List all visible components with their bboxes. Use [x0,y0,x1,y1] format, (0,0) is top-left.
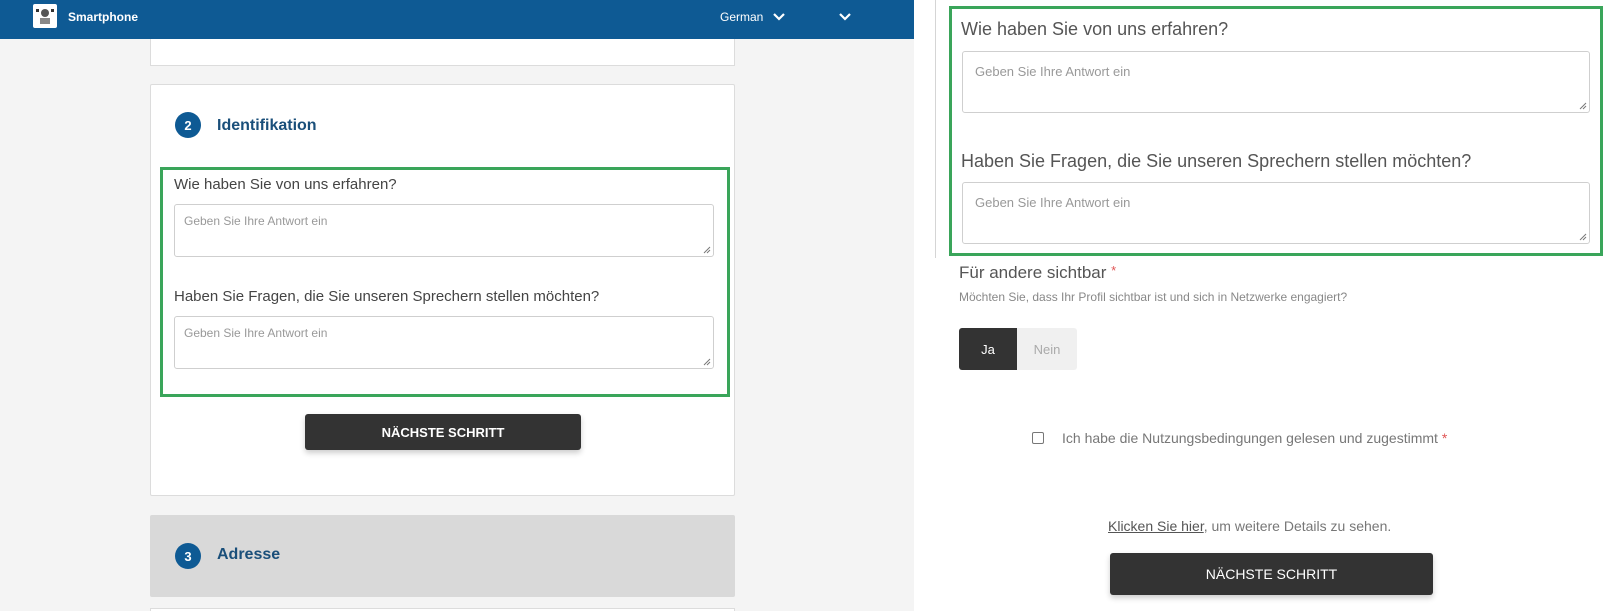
textarea-placeholder: Geben Sie Ihre Antwort ein [184,326,328,340]
previous-step-card [150,39,735,66]
menu-chevron-down-icon[interactable] [838,10,852,24]
next-step-button[interactable]: NÄCHSTE SCHRITT [1110,553,1433,595]
answer-textarea[interactable]: Geben Sie Ihre Antwort ein [174,204,714,257]
step-title[interactable]: Identifikation [217,117,317,135]
chevron-down-icon[interactable] [772,10,786,24]
resize-grip-icon[interactable] [703,246,711,254]
toggle-no[interactable]: Nein [1017,328,1077,370]
textarea-placeholder: Geben Sie Ihre Antwort ein [184,214,328,228]
terms-label: Ich habe die Nutzungsbedingungen gelesen… [1062,430,1448,446]
logo-icon [36,9,54,24]
question-label: Haben Sie Fragen, die Sie unseren Sprech… [961,151,1472,171]
resize-grip-icon[interactable] [1579,102,1587,110]
visibility-description: Möchten Sie, dass Ihr Profil sichtbar is… [959,290,1348,304]
resize-grip-icon[interactable] [703,358,711,366]
textarea-placeholder: Geben Sie Ihre Antwort ein [975,64,1131,79]
answer-textarea[interactable]: Geben Sie Ihre Antwort ein [962,182,1590,244]
visibility-label: Für andere sichtbar * [959,263,1117,282]
question-label: Wie haben Sie von uns erfahren? [174,176,397,193]
terms-checkbox[interactable] [1032,432,1044,444]
next-step-button[interactable]: NÄCHSTE SCHRITT [305,414,581,450]
textarea-placeholder: Geben Sie Ihre Antwort ein [975,195,1131,210]
toggle-yes[interactable]: Ja [959,328,1017,370]
question-label: Wie haben Sie von uns erfahren? [961,19,1229,39]
required-mark: * [1441,430,1448,446]
divider [935,0,936,258]
step-number-badge: 2 [175,112,201,138]
details-link[interactable]: Klicken Sie hier [1108,518,1204,534]
top-bar: Smartphone German [0,0,914,39]
answer-textarea[interactable]: Geben Sie Ihre Antwort ein [962,51,1590,113]
required-mark: * [1111,263,1117,278]
question-label: Haben Sie Fragen, die Sie unseren Sprech… [174,288,600,305]
answer-textarea[interactable]: Geben Sie Ihre Antwort ein [174,316,714,369]
step-number-badge: 3 [175,543,201,569]
language-selector[interactable]: German [720,10,763,24]
resize-grip-icon[interactable] [1579,233,1587,241]
app-title: Smartphone [68,10,139,24]
app-logo[interactable] [33,4,57,28]
left-panel: Smartphone German 2 Identifikation Wie h… [0,0,914,611]
step-title[interactable]: Adresse [217,546,280,564]
details-text: Klicken Sie hier, um weitere Details zu … [1108,518,1392,534]
